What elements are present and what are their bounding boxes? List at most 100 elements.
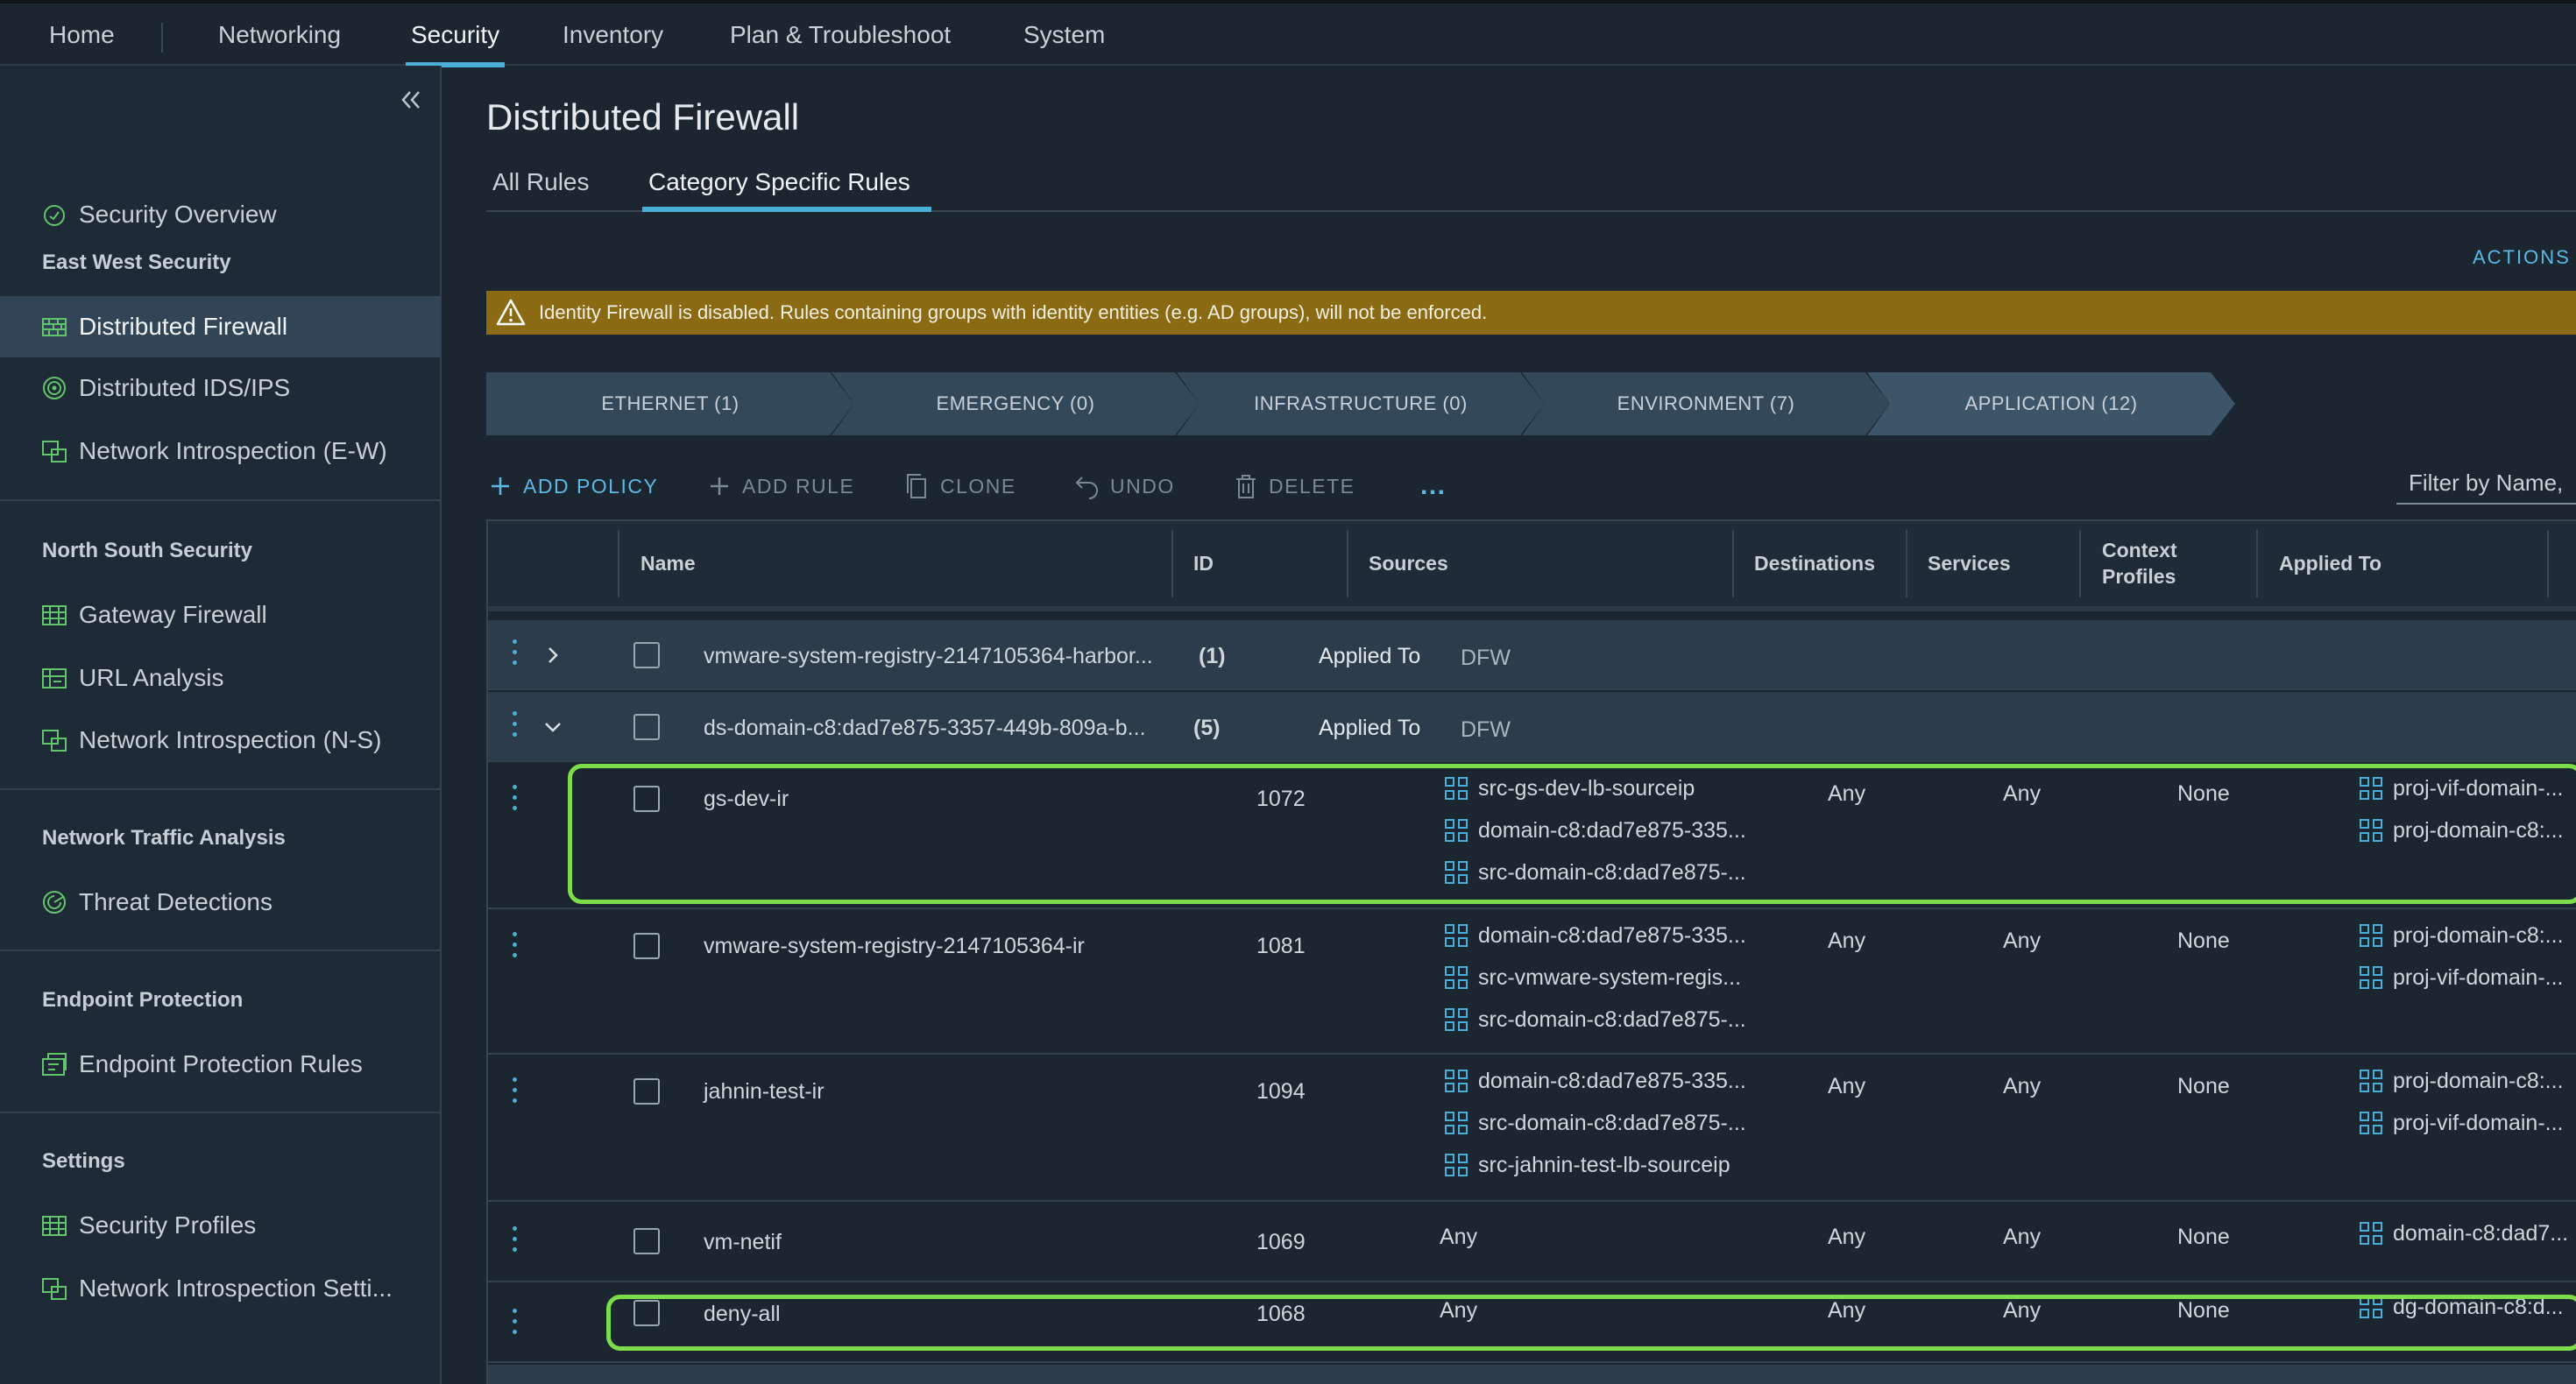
sidebar-item-url-analysis[interactable]: URL Analysis xyxy=(0,647,440,709)
introspection-icon xyxy=(42,730,67,752)
source-group[interactable]: src-vmware-system-regis... xyxy=(1443,957,1746,999)
sidebar-item-distributed-firewall[interactable]: Distributed Firewall xyxy=(0,296,440,357)
column-header-context-profiles[interactable]: Context Profiles xyxy=(2102,521,2177,606)
filter-input[interactable]: Filter by Name, xyxy=(2396,463,2576,505)
rule-profiles: None xyxy=(2177,929,2230,953)
rule-row[interactable]: jahnin-test-ir 1094 domain-c8:dad7e875-3… xyxy=(488,1056,2576,1202)
sidebar-item-gateway-firewall[interactable]: Gateway Firewall xyxy=(0,584,440,646)
rule-row[interactable]: vm-netif 1069 Any Any Any None domain-c8… xyxy=(488,1204,2576,1282)
actions-menu[interactable]: ACTIONS xyxy=(2473,246,2571,269)
row-checkbox[interactable] xyxy=(633,933,660,959)
source-group[interactable]: src-domain-c8:dad7e875-... xyxy=(1443,1102,1746,1144)
policy-rule-count: (1) xyxy=(1199,644,1226,668)
nav-tab-plan-troubleshoot[interactable]: Plan & Troubleshoot xyxy=(730,4,951,66)
chevron-right-icon[interactable] xyxy=(541,643,565,667)
category-application[interactable]: APPLICATION (12) xyxy=(1867,372,2235,435)
row-menu-icon[interactable] xyxy=(511,1226,518,1256)
sidebar-item-network-introspection-settings[interactable]: Network Introspection Setti... xyxy=(0,1258,440,1319)
rule-services: Any xyxy=(2003,929,2042,953)
warning-icon xyxy=(496,299,526,326)
sidebar-item-threat-detections[interactable]: Threat Detections xyxy=(0,872,440,933)
row-menu-icon[interactable] xyxy=(511,639,518,669)
section-heading-north-south: North South Security xyxy=(42,539,253,562)
group-icon xyxy=(2360,924,2382,947)
column-header-sources[interactable]: Sources xyxy=(1369,521,1448,606)
add-rule-button[interactable]: ADD RULE xyxy=(705,464,854,508)
more-actions-button[interactable]: ... xyxy=(1420,464,1447,508)
source-group[interactable]: src-domain-c8:dad7e875-... xyxy=(1443,999,1746,1041)
nav-tab-networking[interactable]: Networking xyxy=(218,4,341,66)
sidebar-item-network-introspection-ns[interactable]: Network Introspection (N-S) xyxy=(0,710,440,771)
applied-to-group[interactable]: proj-vif-domain-... xyxy=(2358,1102,2564,1144)
tab-category-specific-rules[interactable]: Category Specific Rules xyxy=(648,168,910,196)
delete-button[interactable]: DELETE xyxy=(1232,464,1355,508)
source-group[interactable]: src-jahnin-test-lb-sourceip xyxy=(1443,1144,1746,1186)
column-header-id[interactable]: ID xyxy=(1193,521,1214,606)
row-menu-icon[interactable] xyxy=(511,711,518,741)
category-environment[interactable]: ENVIRONMENT (7) xyxy=(1522,372,1890,435)
gauge-icon xyxy=(44,205,65,226)
column-separator xyxy=(2079,530,2081,597)
row-menu-icon[interactable] xyxy=(511,1077,518,1107)
highlight-rule-gs-dev-ir xyxy=(568,764,2576,904)
rule-destinations: Any xyxy=(1828,929,1866,953)
row-menu-icon[interactable] xyxy=(511,932,518,962)
row-checkbox[interactable] xyxy=(633,1228,660,1254)
sidebar-divider xyxy=(0,950,440,951)
sidebar-item-security-profiles[interactable]: Security Profiles xyxy=(0,1195,440,1256)
sidebar-item-endpoint-protection-rules[interactable]: Endpoint Protection Rules xyxy=(0,1034,440,1095)
column-header-applied-to[interactable]: Applied To xyxy=(2279,521,2381,606)
row-menu-icon[interactable] xyxy=(511,1309,518,1338)
undo-button[interactable]: UNDO xyxy=(1073,464,1175,508)
sidebar: Security Overview East West Security Dis… xyxy=(0,66,442,1384)
column-header-name[interactable]: Name xyxy=(640,521,696,606)
row-checkbox[interactable] xyxy=(633,642,660,668)
rule-destinations: Any xyxy=(1828,1074,1866,1098)
column-header-destinations[interactable]: Destinations xyxy=(1754,521,1875,606)
group-icon xyxy=(2360,1070,2382,1092)
category-ethernet[interactable]: ETHERNET (1) xyxy=(486,372,854,435)
clone-button[interactable]: CLONE xyxy=(903,464,1016,508)
applied-to-group[interactable]: domain-c8:dad7... xyxy=(2358,1212,2568,1254)
applied-to-group[interactable]: proj-domain-c8:... xyxy=(2358,1060,2564,1102)
applied-to-group[interactable]: proj-vif-domain-... xyxy=(2358,957,2564,999)
nav-tab-security[interactable]: Security xyxy=(405,4,506,67)
rule-services: Any xyxy=(2003,1074,2042,1098)
source-group[interactable]: domain-c8:dad7e875-335... xyxy=(1443,914,1746,957)
nav-tab-system[interactable]: System xyxy=(1023,4,1105,66)
sidebar-item-label: Security Overview xyxy=(79,201,277,228)
rule-row[interactable]: vmware-system-registry-2147105364-ir 108… xyxy=(488,911,2576,1055)
policy-name: ds-domain-c8:dad7e875-3357-449b-809a-b..… xyxy=(704,716,1146,740)
warning-text: Identity Firewall is disabled. Rules con… xyxy=(539,301,1488,323)
sidebar-item-label: Network Introspection Setti... xyxy=(79,1275,393,1302)
column-separator xyxy=(2547,530,2549,597)
column-separator xyxy=(1906,530,1907,597)
applied-to-group[interactable]: proj-domain-c8:... xyxy=(2358,914,2564,957)
row-menu-icon[interactable] xyxy=(511,785,518,815)
applied-to-label: Applied To xyxy=(1319,644,1421,668)
tab-all-rules[interactable]: All Rules xyxy=(492,168,589,196)
collapse-sidebar-icon[interactable] xyxy=(396,85,426,115)
sidebar-item-distributed-ids-ips[interactable]: Distributed IDS/IPS xyxy=(0,357,440,419)
chevron-down-icon[interactable] xyxy=(541,715,565,739)
next-policy-row xyxy=(488,1365,2576,1384)
nav-tab-home[interactable]: Home xyxy=(49,4,115,66)
nav-tab-inventory[interactable]: Inventory xyxy=(563,4,663,66)
row-checkbox[interactable] xyxy=(633,714,660,740)
rule-applied-to: domain-c8:dad7... xyxy=(2358,1212,2568,1254)
sidebar-item-label: Threat Detections xyxy=(79,888,272,915)
grid-header: Name ID Sources Destinations Services Co… xyxy=(488,521,2576,611)
sidebar-item-label: Endpoint Protection Rules xyxy=(79,1050,363,1077)
rule-profiles: None xyxy=(2177,1225,2230,1249)
add-policy-button[interactable]: ADD POLICY xyxy=(486,464,658,508)
policy-row[interactable]: vmware-system-registry-2147105364-harbor… xyxy=(488,620,2576,690)
category-emergency[interactable]: EMERGENCY (0) xyxy=(832,372,1200,435)
nav-divider xyxy=(161,23,163,53)
column-header-services[interactable]: Services xyxy=(1928,521,2011,606)
row-checkbox[interactable] xyxy=(633,1078,660,1105)
sidebar-item-network-introspection-ew[interactable]: Network Introspection (E-W) xyxy=(0,420,440,482)
sidebar-item-security-overview[interactable]: Security Overview xyxy=(0,184,440,245)
category-infrastructure[interactable]: INFRASTRUCTURE (0) xyxy=(1177,372,1545,435)
policy-row[interactable]: ds-domain-c8:dad7e875-3357-449b-809a-b..… xyxy=(488,692,2576,762)
source-group[interactable]: domain-c8:dad7e875-335... xyxy=(1443,1060,1746,1102)
